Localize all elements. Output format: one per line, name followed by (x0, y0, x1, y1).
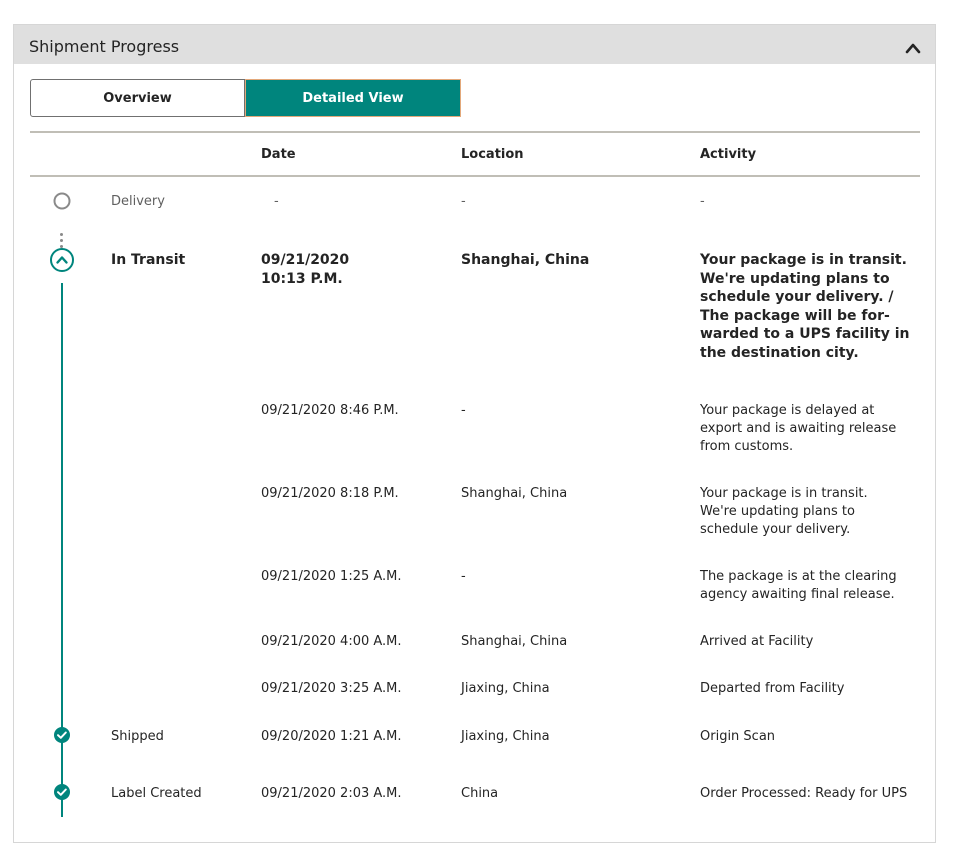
table-header-divider (30, 175, 920, 177)
column-header-date: Date (261, 147, 296, 162)
delivery-activity: - (700, 194, 705, 209)
event-date: 09/21/2020 3:25 A.M. (261, 681, 402, 696)
event-location: Shanghai, China (461, 634, 568, 649)
in-transit-location: Shanghai, China (461, 252, 590, 268)
event-location: - (461, 403, 466, 418)
event-activity: Your package is delayed at export and is… (700, 403, 897, 454)
event-date: 09/21/2020 8:46 P.M. (261, 403, 399, 418)
view-tabs: Overview Detailed View (30, 79, 462, 117)
milestone-label-delivery: Delivery (111, 194, 165, 209)
event-activity: Your package is in transit. We're updati… (700, 486, 868, 537)
tab-detailed-view[interactable]: Detailed View (245, 79, 461, 117)
event-activity: Departed from Facility (700, 681, 845, 696)
check-circle-icon (54, 727, 70, 743)
label-created-date: 09/21/2020 2:03 A.M. (261, 786, 402, 801)
in-transit-date-day: 09/21/2020 (261, 252, 350, 268)
milestone-label-label-created: Label Created (111, 786, 202, 801)
panel-header[interactable]: Shipment Progress (14, 25, 935, 64)
event-activity: The package is at the clearing agency aw… (700, 569, 897, 602)
shipped-date: 09/20/2020 1:21 A.M. (261, 729, 402, 744)
tab-overview[interactable]: Overview (30, 79, 245, 117)
event-date: 09/21/2020 4:00 A.M. (261, 634, 402, 649)
label-created-location: China (461, 786, 499, 801)
milestone-label-shipped: Shipped (111, 729, 164, 744)
in-transit-activity: Your package is in transit. We're updati… (700, 252, 910, 361)
event-date: 09/21/2020 8:18 P.M. (261, 486, 399, 501)
panel-title: Shipment Progress (29, 37, 180, 56)
shipped-activity: Origin Scan (700, 729, 776, 744)
event-location: - (461, 569, 466, 584)
event-location: Jiaxing, China (461, 681, 550, 696)
column-header-activity: Activity (700, 147, 757, 162)
event-date: 09/21/2020 1:25 A.M. (261, 569, 402, 584)
delivery-date: - (274, 194, 279, 209)
chevron-up-circle-icon (50, 248, 74, 272)
event-location: Shanghai, China (461, 486, 568, 501)
check-circle-icon (54, 784, 70, 800)
label-created-activity: Order Processed: Ready for UPS (700, 786, 908, 801)
table-top-divider (30, 131, 920, 133)
empty-circle-icon (53, 192, 71, 210)
event-activity: Arrived at Facility (700, 634, 814, 649)
chevron-up-icon[interactable] (905, 39, 921, 54)
column-header-location: Location (461, 147, 524, 162)
delivery-location: - (461, 194, 466, 209)
milestone-label-in-transit: In Transit (111, 252, 186, 268)
shipment-progress-panel: Shipment Progress Overview Detailed View… (13, 24, 936, 843)
in-transit-date: 09/21/2020 10:13 P.M. (261, 251, 349, 288)
in-transit-date-time: 10:13 P.M. (261, 270, 343, 287)
shipped-location: Jiaxing, China (461, 729, 550, 744)
